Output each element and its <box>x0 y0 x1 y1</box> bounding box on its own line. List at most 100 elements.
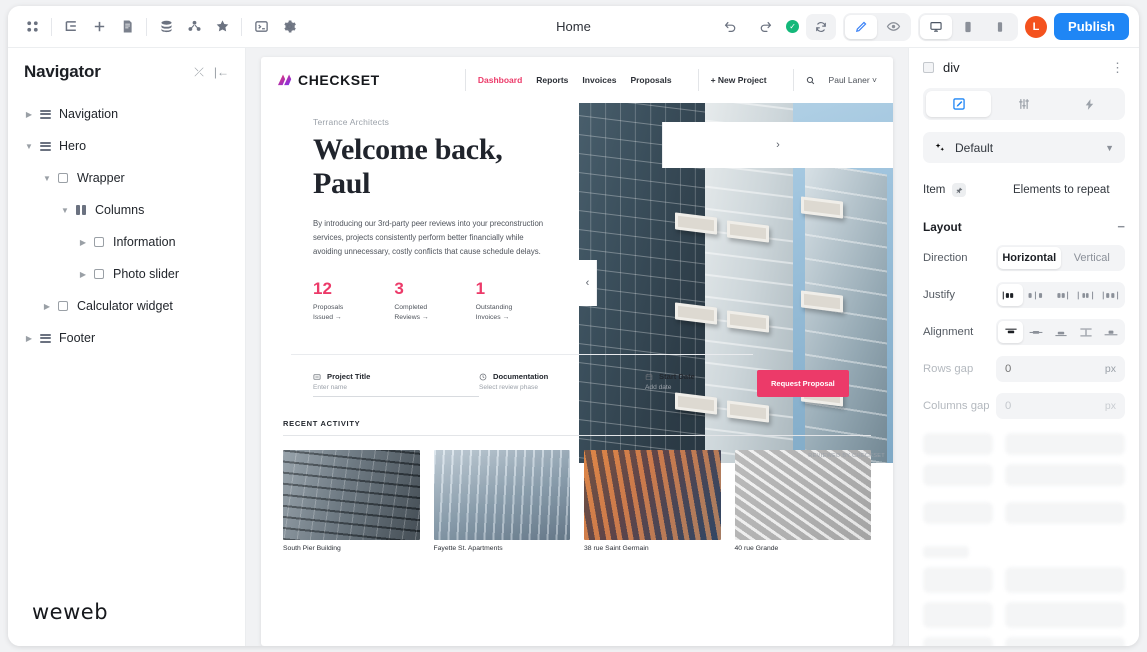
element-checkbox[interactable] <box>923 61 934 73</box>
new-project-button[interactable]: + New Project <box>711 75 767 85</box>
justify-space-between-option[interactable] <box>1073 284 1098 306</box>
skeleton-field <box>1005 502 1125 524</box>
stat-completed-reviews[interactable]: 3 Completed Reviews → <box>394 280 475 323</box>
activity-card[interactable]: 38 rue Saint Germain <box>584 450 721 552</box>
carousel-next-button[interactable]: › <box>662 122 893 168</box>
layers-tree-icon[interactable] <box>57 13 85 41</box>
field-project-title[interactable]: Project Title Enter name <box>313 372 479 397</box>
toolbar-divider-3 <box>241 17 242 36</box>
chevron-down-icon[interactable]: ▼ <box>40 174 54 183</box>
request-proposal-button[interactable]: Request Proposal <box>757 370 849 397</box>
alignment-start-option[interactable] <box>998 321 1023 343</box>
tree-node-footer[interactable]: ▶ Footer <box>8 322 245 354</box>
chevron-right-icon[interactable]: ▶ <box>22 334 36 343</box>
chevron-right-icon[interactable]: ▶ <box>22 110 36 119</box>
terminal-icon[interactable] <box>247 13 275 41</box>
alignment-stretch-option[interactable] <box>1073 321 1098 343</box>
tree-node-information[interactable]: ▶ Information <box>8 226 245 258</box>
sparkle-icon <box>935 142 945 151</box>
publish-button[interactable]: Publish <box>1054 13 1129 40</box>
item-value[interactable]: Elements to repeat <box>1013 184 1110 196</box>
tree-node-columns[interactable]: ▼ Columns <box>8 194 245 226</box>
direction-horizontal-option[interactable]: Horizontal <box>998 247 1061 269</box>
stat-proposals-issued[interactable]: 12 Proposals Issued → <box>313 280 394 323</box>
tree-node-wrapper[interactable]: ▼ Wrapper <box>8 162 245 194</box>
tree-node-hero[interactable]: ▼ Hero <box>8 130 245 162</box>
settings-gear-icon[interactable] <box>275 13 303 41</box>
navigator-title: Navigator <box>24 62 101 81</box>
skeleton-row <box>923 546 1125 558</box>
nav-link-reports[interactable]: Reports <box>536 75 568 85</box>
activity-card[interactable]: South Pier Building <box>283 450 420 552</box>
undo-icon[interactable] <box>716 13 744 41</box>
field-label: Documentation <box>493 372 549 381</box>
activity-card[interactable]: 40 rue Grande <box>734 450 871 552</box>
device-tablet-button[interactable] <box>952 15 984 39</box>
state-selector[interactable]: Default ▼ <box>923 132 1125 163</box>
justify-end-option[interactable] <box>1048 284 1073 306</box>
sync-button[interactable] <box>806 13 837 40</box>
skeleton-field <box>1005 433 1125 455</box>
activity-card[interactable]: Fayette St. Apartments <box>433 450 570 552</box>
plus-add-icon[interactable] <box>85 13 113 41</box>
collapse-section-icon[interactable]: − <box>1117 219 1125 234</box>
chevron-down-icon[interactable]: ▼ <box>58 206 72 215</box>
chevron-down-icon[interactable]: ▼ <box>22 142 36 151</box>
site-brand[interactable]: CHECKSET <box>277 72 380 88</box>
layout-section-header[interactable]: Layout − <box>923 219 1125 234</box>
redo-icon[interactable] <box>751 13 779 41</box>
apps-grid-icon[interactable] <box>18 13 46 41</box>
user-avatar[interactable]: L <box>1025 15 1048 38</box>
alignment-center-option[interactable] <box>1023 321 1048 343</box>
tab-settings[interactable] <box>991 91 1056 117</box>
rows-gap-unit: px <box>1104 363 1116 375</box>
justify-space-around-option[interactable] <box>1098 284 1123 306</box>
justify-start-option[interactable] <box>998 284 1023 306</box>
bind-icon[interactable] <box>952 183 967 197</box>
edit-mode-button[interactable] <box>845 14 878 39</box>
stat-outstanding-invoices[interactable]: 1 Outstanding Invoices → <box>476 280 557 323</box>
tab-actions[interactable] <box>1057 91 1122 117</box>
justify-center-option[interactable] <box>1023 284 1048 306</box>
tree-node-calculator-widget[interactable]: ▶ Calculator widget <box>8 290 245 322</box>
nav-link-invoices[interactable]: Invoices <box>582 75 616 85</box>
rows-gap-field[interactable]: px <box>996 356 1125 382</box>
chevron-right-icon[interactable]: ▶ <box>76 270 90 279</box>
page-file-icon[interactable] <box>113 13 141 41</box>
star-icon[interactable] <box>208 13 236 41</box>
skeleton-label <box>923 602 993 628</box>
collapse-all-icon[interactable]: ⤫ <box>194 66 204 78</box>
tree-node-label: Hero <box>59 139 87 153</box>
database-icon[interactable] <box>152 13 180 41</box>
tree-node-navigation[interactable]: ▶ Navigation <box>8 98 245 130</box>
tree-node-label: Footer <box>59 331 96 345</box>
stat-value: 1 <box>475 279 486 299</box>
carousel-prev-button[interactable]: ‹ <box>579 260 597 306</box>
collapse-panel-icon[interactable]: |← <box>214 66 229 78</box>
device-desktop-button[interactable] <box>920 14 953 39</box>
nav-user-menu[interactable]: Paul Laner ˅ <box>829 75 877 85</box>
tree-node-photo-slider[interactable]: ▶ Photo slider <box>8 258 245 290</box>
chevron-right-icon[interactable]: ▶ <box>40 302 54 311</box>
field-documentation[interactable]: Documentation Select review phase <box>479 372 645 396</box>
chevron-down-icon[interactable]: ▼ <box>1105 143 1114 153</box>
chevron-right-icon[interactable]: ▶ <box>76 238 90 247</box>
nav-link-dashboard[interactable]: Dashboard <box>478 75 522 85</box>
search-icon[interactable] <box>806 76 815 85</box>
rows-gap-input[interactable] <box>1005 363 1105 375</box>
tab-style[interactable] <box>926 91 992 117</box>
skeleton-field <box>1005 567 1125 593</box>
nav-link-proposals[interactable]: Proposals <box>630 75 671 85</box>
plugins-icon[interactable] <box>180 13 208 41</box>
columns-gap-input[interactable] <box>1005 400 1105 412</box>
alignment-baseline-option[interactable] <box>1098 321 1123 343</box>
field-start-date[interactable]: Start Date Add date <box>645 372 757 396</box>
preview-mode-button[interactable] <box>877 15 909 39</box>
card-thumbnail <box>433 450 570 540</box>
device-mobile-button[interactable] <box>984 15 1016 39</box>
alignment-end-option[interactable] <box>1048 321 1073 343</box>
columns-gap-field[interactable]: px <box>996 393 1125 419</box>
skeleton-row <box>923 502 1125 524</box>
direction-vertical-option[interactable]: Vertical <box>1061 247 1124 269</box>
more-options-icon[interactable]: ⋮ <box>1111 61 1125 74</box>
